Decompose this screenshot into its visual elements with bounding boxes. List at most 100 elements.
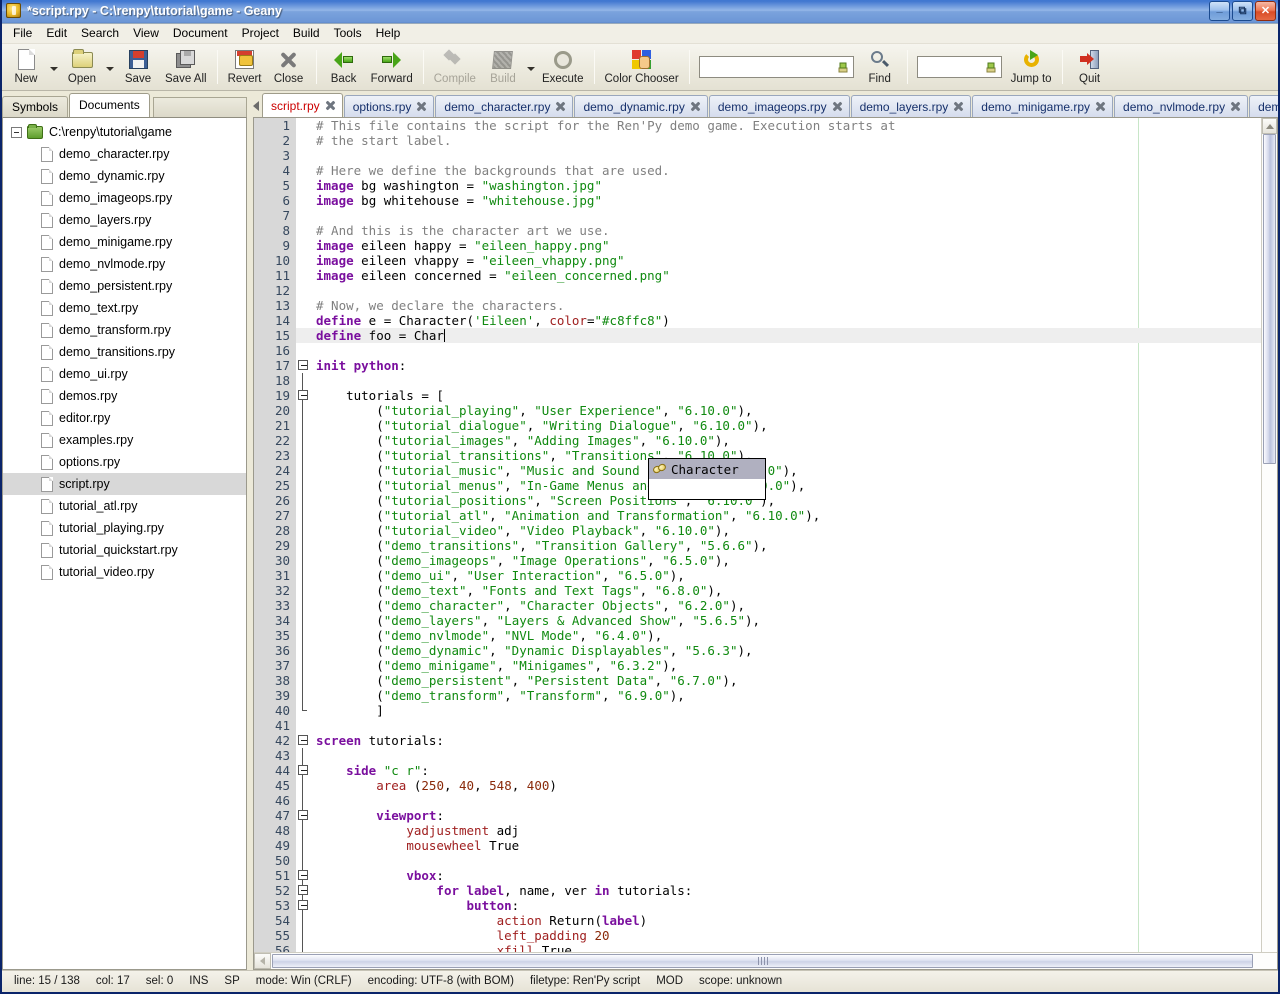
code-line[interactable]: 21 ("tutorial_dialogue", "Writing Dialog… [254, 418, 1261, 434]
code-line[interactable]: 22 ("tutorial_images", "Adding Images", … [254, 433, 1261, 449]
code-line[interactable]: 39 ("demo_transform", "Transform", "6.9.… [254, 688, 1261, 704]
menu-file[interactable]: File [6, 24, 39, 42]
fold-marker[interactable] [296, 193, 310, 209]
fold-marker[interactable] [296, 883, 310, 899]
code-line[interactable]: 30 ("demo_imageops", "Image Operations",… [254, 553, 1261, 569]
code-line[interactable]: 36 ("demo_dynamic", "Dynamic Displayable… [254, 643, 1261, 659]
close-tab-icon[interactable] [416, 101, 427, 112]
code-line[interactable]: 44 side "c r": [254, 763, 1261, 779]
tree-file-row[interactable]: tutorial_video.rpy [3, 561, 246, 583]
build-dropdown-arrow[interactable] [525, 49, 537, 89]
code-line[interactable]: 46 [254, 793, 1261, 809]
fold-marker[interactable] [296, 658, 310, 674]
code-line[interactable]: 28 ("tutorial_video", "Video Playback", … [254, 523, 1261, 539]
doc-tab-script-rpy[interactable]: script.rpy [262, 93, 343, 118]
code-line[interactable]: 12 [254, 283, 1261, 299]
fold-marker[interactable] [296, 358, 310, 374]
fold-marker[interactable] [296, 598, 310, 614]
code-line[interactable]: 20 ("tutorial_playing", "User Experience… [254, 403, 1261, 419]
fold-marker[interactable] [296, 868, 310, 884]
fold-marker[interactable] [296, 523, 310, 539]
new-dropdown-arrow[interactable] [48, 49, 60, 89]
tab-symbols[interactable]: Symbols [2, 96, 69, 118]
tree-file-row[interactable]: demo_persistent.rpy [3, 275, 246, 297]
menu-view[interactable]: View [126, 24, 166, 42]
editor-horizontal-scrollbar[interactable] [254, 951, 1277, 969]
code-line[interactable]: 3 [254, 148, 1261, 164]
fold-marker[interactable] [296, 733, 310, 749]
code-line[interactable]: 55 left_padding 20 [254, 928, 1261, 944]
fold-marker[interactable] [296, 328, 310, 344]
menu-edit[interactable]: Edit [39, 24, 74, 42]
code-line[interactable]: 40 ] [254, 703, 1261, 719]
tree-file-row[interactable]: demo_nvlmode.rpy [3, 253, 246, 275]
code-line[interactable]: 54 action Return(label) [254, 913, 1261, 929]
code-line[interactable]: 4 # Here we define the backgrounds that a… [254, 163, 1261, 179]
fold-marker[interactable] [296, 268, 310, 284]
fold-marker[interactable] [296, 853, 310, 869]
fold-marker[interactable] [296, 238, 310, 254]
fold-marker[interactable] [296, 823, 310, 839]
fold-marker[interactable] [296, 838, 310, 854]
code-line[interactable]: 45 area (250, 40, 548, 400) [254, 778, 1261, 794]
menu-help[interactable]: Help [369, 24, 408, 42]
close-tab-icon[interactable] [690, 101, 701, 112]
fold-marker[interactable] [296, 808, 310, 824]
fold-marker[interactable] [296, 538, 310, 554]
find-button[interactable]: Find [858, 46, 902, 85]
open-dropdown-arrow[interactable] [104, 49, 116, 89]
tree-file-row[interactable]: demo_transitions.rpy [3, 341, 246, 363]
code-line[interactable]: 32 ("demo_text", "Fonts and Text Tags", … [254, 583, 1261, 599]
code-line[interactable]: 34 ("demo_layers", "Layers & Advanced Sh… [254, 613, 1261, 629]
tree-file-row[interactable]: demo_imageops.rpy [3, 187, 246, 209]
close-tab-icon[interactable] [1095, 101, 1106, 112]
code-line[interactable]: 48 yadjustment adj [254, 823, 1261, 839]
save-all-button[interactable]: Save All [160, 46, 212, 85]
color-chooser-button[interactable]: Color Chooser [600, 46, 684, 85]
code-line[interactable]: 16 [254, 343, 1261, 359]
tree-root-row[interactable]: C:\renpy\tutorial\game [3, 121, 246, 143]
fold-marker[interactable] [296, 763, 310, 779]
fold-marker[interactable] [296, 553, 310, 569]
fold-marker[interactable] [296, 913, 310, 929]
fold-marker[interactable] [296, 208, 310, 224]
autocomplete-item-character[interactable]: Character [649, 459, 765, 480]
fold-marker[interactable] [296, 508, 310, 524]
code-line[interactable]: 9 image eileen happy = "eileen_happy.png" [254, 238, 1261, 254]
fold-marker[interactable] [296, 463, 310, 479]
open-button[interactable]: Open [60, 46, 104, 85]
fold-marker[interactable] [296, 388, 310, 404]
fold-marker[interactable] [296, 718, 310, 734]
tree-file-row[interactable]: demo_minigame.rpy [3, 231, 246, 253]
hscroll-thumb[interactable] [272, 953, 1253, 968]
build-button[interactable]: Build [481, 46, 525, 85]
doc-tab-demo-dynamic-rpy[interactable]: demo_dynamic.rpy [574, 95, 708, 118]
code-line[interactable]: 31 ("demo_ui", "User Interaction", "6.5.… [254, 568, 1261, 584]
code-line[interactable]: 13 # Now, we declare the characters. [254, 298, 1261, 314]
search-input[interactable] [698, 55, 854, 78]
code-line[interactable]: 29 ("demo_transitions", "Transition Gall… [254, 538, 1261, 554]
forward-button[interactable]: Forward [366, 46, 418, 85]
tree-file-row[interactable]: demos.rpy [3, 385, 246, 407]
code-line[interactable]: 33 ("demo_character", "Character Objects… [254, 598, 1261, 614]
tree-file-row[interactable]: script.rpy [3, 473, 246, 496]
fold-marker[interactable] [296, 898, 310, 914]
code-line[interactable]: 8 # And this is the character art we use. [254, 223, 1261, 239]
fold-marker[interactable] [296, 703, 310, 719]
fold-marker[interactable] [296, 313, 310, 329]
tree-file-row[interactable]: demo_character.rpy [3, 143, 246, 165]
fold-marker[interactable] [296, 568, 310, 584]
code-line[interactable]: 43 [254, 748, 1261, 764]
back-button[interactable]: Back [322, 46, 366, 85]
code-line[interactable]: 11 image eileen concerned = "eileen_conce… [254, 268, 1261, 284]
tree-file-row[interactable]: demo_ui.rpy [3, 363, 246, 385]
close-button[interactable]: ✕ [1255, 1, 1276, 22]
code-line[interactable]: 2 # the start label. [254, 133, 1261, 149]
tree-file-row[interactable]: demo_dynamic.rpy [3, 165, 246, 187]
fold-marker[interactable] [296, 583, 310, 599]
code-line[interactable]: 7 [254, 208, 1261, 224]
new-button[interactable]: New [4, 46, 48, 85]
editor-vertical-scrollbar[interactable] [1261, 118, 1277, 952]
fold-marker[interactable] [296, 163, 310, 179]
fold-marker[interactable] [296, 418, 310, 434]
